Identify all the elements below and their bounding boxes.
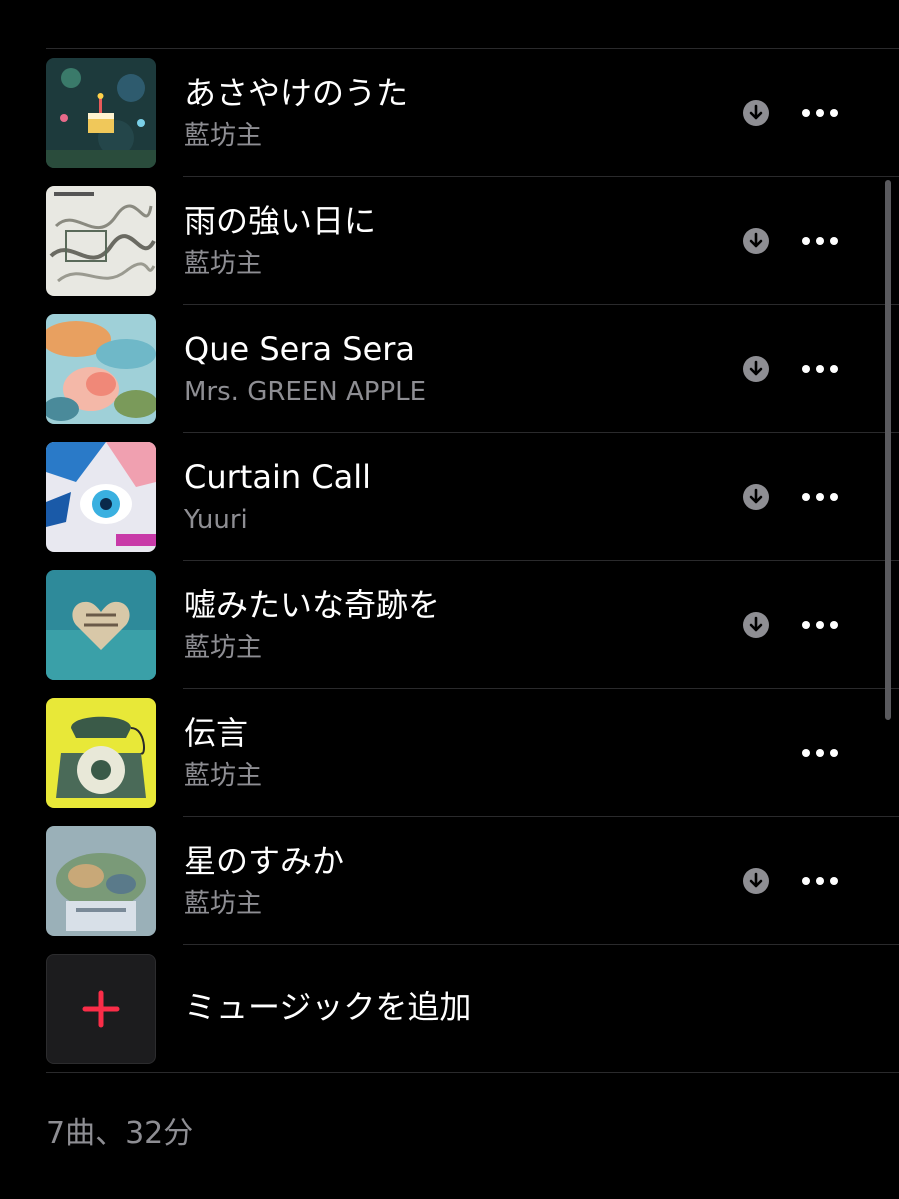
download-icon[interactable]: [742, 99, 770, 127]
album-art: [46, 698, 156, 808]
song-row[interactable]: 雨の強い日に 藍坊主: [0, 177, 899, 305]
album-art: [46, 570, 156, 680]
song-row[interactable]: あさやけのうた 藍坊主: [0, 49, 899, 177]
plus-icon: [82, 990, 120, 1028]
more-icon: [802, 365, 838, 373]
more-button[interactable]: [796, 353, 844, 385]
playlist-summary: 7曲、32分: [46, 1116, 194, 1151]
song-row[interactable]: 嘘みたいな奇跡を 藍坊主: [0, 561, 899, 689]
more-button[interactable]: [796, 481, 844, 513]
download-icon[interactable]: [742, 227, 770, 255]
song-artist: Mrs. GREEN APPLE: [184, 377, 427, 407]
more-button[interactable]: [796, 225, 844, 257]
more-icon: [802, 237, 838, 245]
song-row[interactable]: 伝言 藍坊主: [0, 689, 899, 817]
row-divider: [46, 1072, 899, 1073]
download-icon[interactable]: [742, 867, 770, 895]
song-title: 星のすみか: [184, 842, 345, 880]
add-music-tile[interactable]: [46, 954, 156, 1064]
more-button[interactable]: [796, 609, 844, 641]
song-title: 伝言: [184, 714, 249, 752]
more-icon: [802, 621, 838, 629]
song-artist: 藍坊主: [184, 761, 263, 791]
song-artist: 藍坊主: [184, 633, 263, 663]
download-icon[interactable]: [742, 355, 770, 383]
song-title: Que Sera Sera: [184, 330, 416, 368]
scrollbar[interactable]: [885, 180, 891, 720]
song-row[interactable]: Curtain Call Yuuri: [0, 433, 899, 561]
album-art: [46, 826, 156, 936]
more-button[interactable]: [796, 97, 844, 129]
song-artist: 藍坊主: [184, 889, 263, 919]
album-art: [46, 186, 156, 296]
song-list: あさやけのうた 藍坊主 雨の強い日に 藍坊主 Que Sera Sera Mrs…: [0, 49, 899, 1073]
more-icon: [802, 877, 838, 885]
song-artist: 藍坊主: [184, 249, 263, 279]
more-icon: [802, 493, 838, 501]
song-title: Curtain Call: [184, 458, 372, 496]
song-artist: 藍坊主: [184, 121, 263, 151]
album-art: [46, 314, 156, 424]
add-music-label: ミュージックを追加: [184, 988, 472, 1026]
song-row[interactable]: 星のすみか 藍坊主: [0, 817, 899, 945]
more-icon: [802, 109, 838, 117]
download-icon[interactable]: [742, 611, 770, 639]
more-icon: [802, 749, 838, 757]
more-button[interactable]: [796, 737, 844, 769]
song-artist: Yuuri: [184, 505, 248, 535]
song-title: 雨の強い日に: [184, 202, 377, 240]
add-music-row[interactable]: ミュージックを追加: [0, 945, 899, 1073]
more-button[interactable]: [796, 865, 844, 897]
song-title: 嘘みたいな奇跡を: [184, 586, 441, 624]
album-art: [46, 58, 156, 168]
album-art: [46, 442, 156, 552]
download-icon[interactable]: [742, 483, 770, 511]
song-title: あさやけのうた: [184, 74, 409, 112]
song-row[interactable]: Que Sera Sera Mrs. GREEN APPLE: [0, 305, 899, 433]
